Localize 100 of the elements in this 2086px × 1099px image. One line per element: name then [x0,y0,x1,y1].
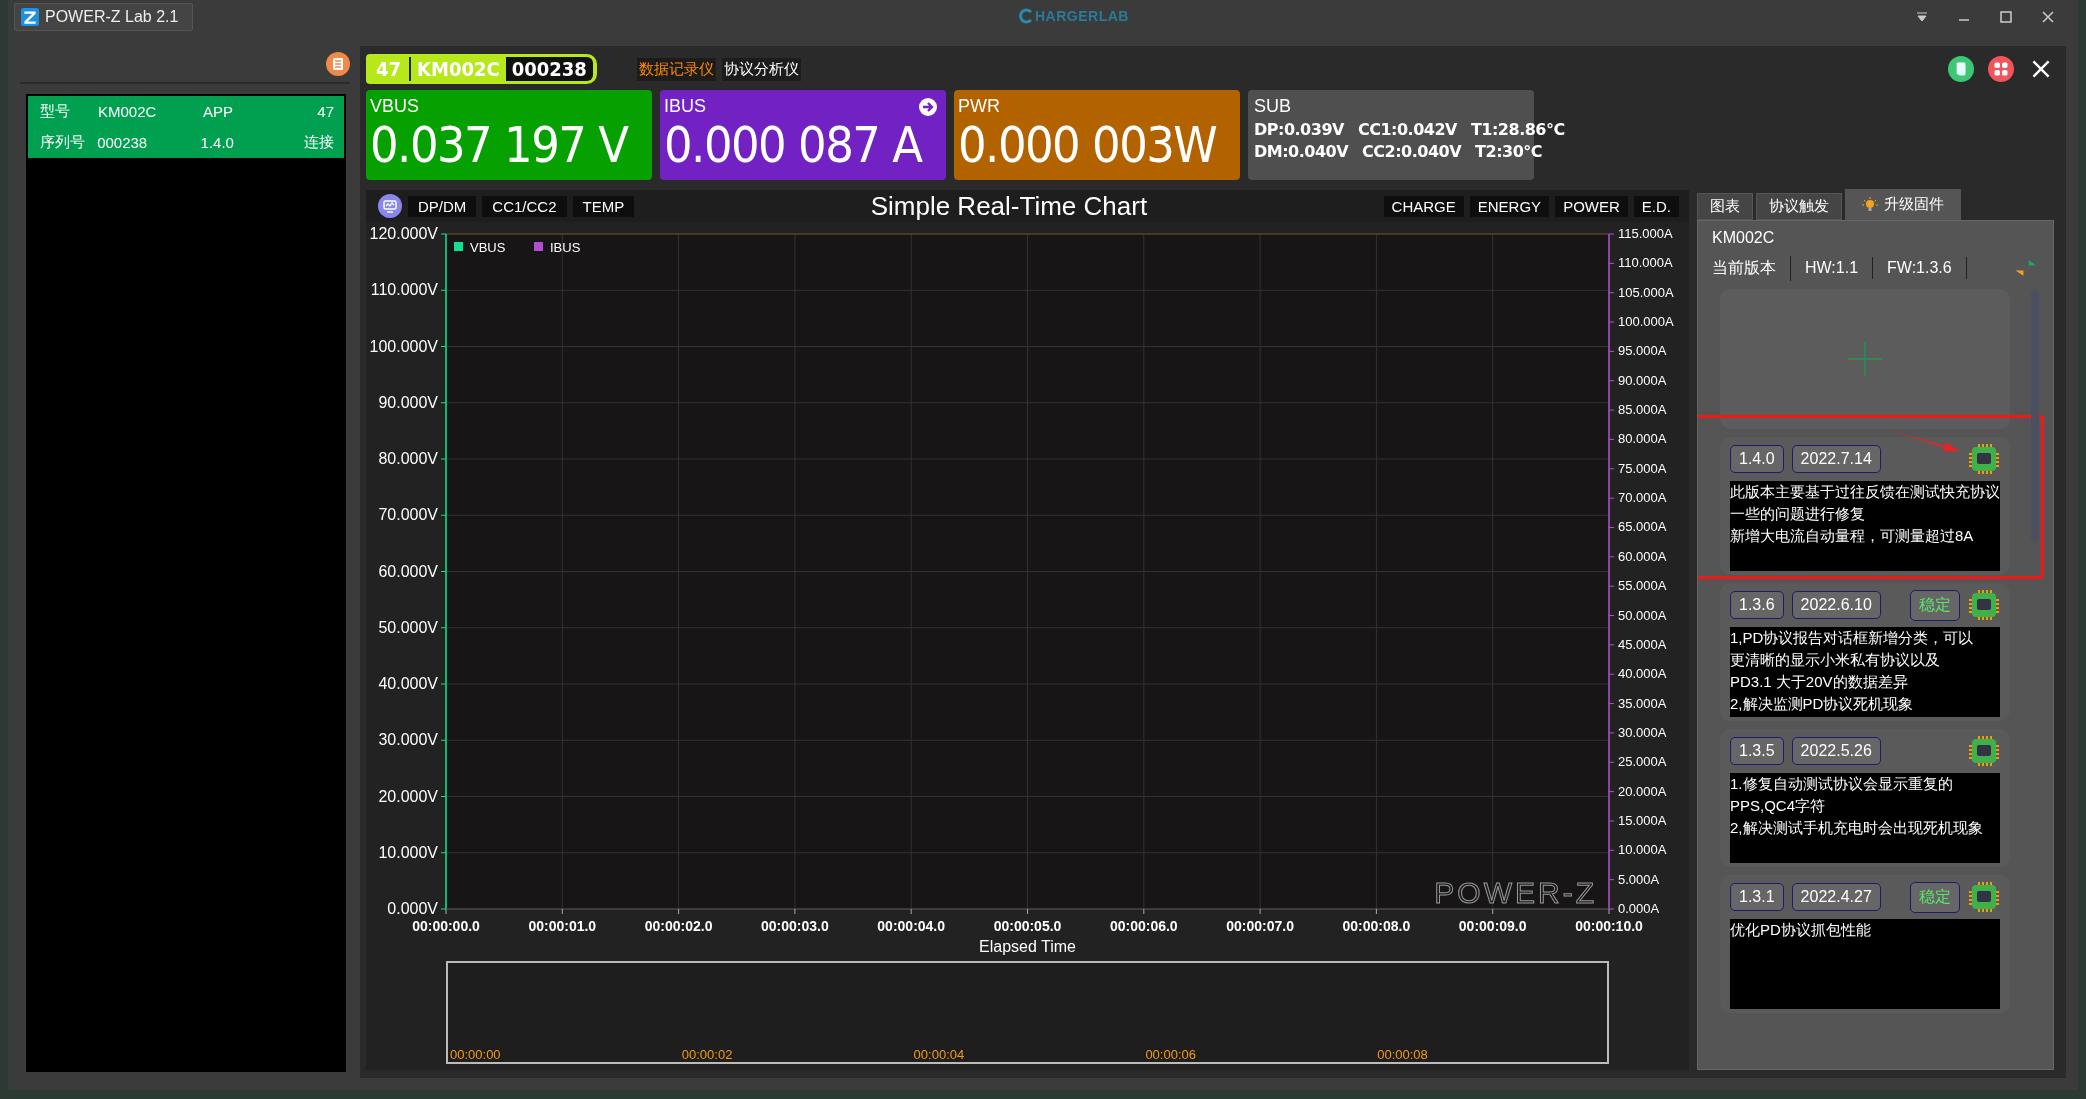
chart-tab[interactable]: TEMP [572,195,635,217]
axis-label: 80.000A [1618,431,1667,447]
grid-icon[interactable] [1988,56,2014,82]
device-cell-text: KM002C [98,103,158,120]
chip-icon[interactable] [1968,735,2000,767]
legend-label: IBUS [550,240,581,255]
axis-label: 35.000A [1618,695,1667,711]
stable-tag: 稳定 [1910,881,1960,913]
version-tag: 1.3.1 [1730,883,1784,911]
chart-tab[interactable]: CHARGE [1383,195,1464,217]
axis-label: 0.000A [1618,901,1660,916]
note-line: PD3.1 大于20V的数据差异 [1730,672,1909,692]
axis-label: 00:00:01.0 [528,918,597,934]
hardware-version: HW:1.1 [1805,257,1874,279]
version-tag: 1.3.6 [1730,591,1784,619]
chart-title: Simple Real-Time Chart [869,190,1149,222]
mode-tab[interactable]: 数据记录仪 [636,57,716,81]
app-title: POWER-Z Lab 2.1 [14,3,194,31]
axis-label: 25.000A [1618,754,1667,770]
side-tab[interactable]: 图表 [1697,193,1753,220]
date-tag: 2022.6.10 [1791,591,1881,619]
document-icon[interactable] [1948,56,1974,82]
axis-label: 95.000A [1618,343,1667,359]
app-logo-icon [21,8,39,26]
axis-label: 10.000V [378,843,438,861]
reading-value: 0.037 197 V [370,117,630,173]
note-line: 1.修复自动测试协议会显示重复的 [1730,774,1954,794]
version-tag: 1.4.0 [1730,445,1784,473]
sub-reading: T2:30°C [1475,142,1543,161]
chart-tab[interactable]: POWER [1555,195,1628,217]
axis-label: 40.000A [1618,666,1667,682]
side-tab[interactable]: 协议触发 [1756,193,1842,220]
device-cell-text: APP [203,103,234,120]
reading-value: 0.000 087 A [664,117,924,173]
axis-label: 00:00:04.0 [877,918,946,934]
chart-tab[interactable]: E.D. [1633,195,1679,217]
overview-navigator[interactable]: 00:00:00 00:00:02 00:00:04 00:00:06 00:00:08 [446,961,1609,1064]
axis-label: 45.000A [1618,636,1667,652]
device-cell-text: 型号 [39,102,71,121]
device-model: KM002C [1712,229,1776,247]
mode-tab[interactable]: 协议分析仪 [721,57,801,81]
axis-label: 70.000A [1618,490,1667,506]
axis-label: 20.000V [378,787,438,805]
overview-label: 00:00:04 [912,1047,966,1062]
axis-label: 40.000V [378,675,438,692]
axis-label: 80.000V [378,450,438,467]
chart-tab[interactable]: DP/DM [408,195,477,217]
axis-label: 55.000A [1618,578,1667,594]
axis-label: 0.000V [387,900,438,917]
brand-logo: HARGERLAB [1035,8,1129,24]
model-name: KM002C [416,57,501,81]
serial-number: 000238 [505,57,593,81]
legend-label: VBUS [470,240,506,255]
device-cell-text: 000238 [97,134,149,151]
overview-label: 00:00:02 [680,1047,734,1062]
axis-label: 110.000A [1618,255,1673,271]
sub-reading: DP:0.039V [1254,120,1344,139]
axis-label: 60.000A [1618,548,1667,564]
axis-label: 00:00:10.0 [1575,918,1643,934]
date-tag: 2022.5.26 [1791,737,1881,765]
sub-reading: T1:28.86°C [1470,120,1565,139]
monitor-icon[interactable] [378,194,402,218]
overview-label: 00:00:06 [1144,1047,1197,1062]
axis-label: 110.000V [370,281,438,299]
axis-label: 90.000V [378,393,438,411]
axis-label: 5.000A [1618,871,1660,887]
chart-tab[interactable]: CC1/CC2 [482,195,567,217]
axis-label: 00:00:05.0 [993,918,1062,934]
side-tab[interactable]: 升级固件 [1845,189,1961,220]
axis-label: 00:00:03.0 [761,918,829,934]
scrollbar[interactable] [2031,291,2039,541]
axis-label: 60.000V [378,562,438,580]
date-tag: 2022.4.27 [1791,883,1881,911]
overview-label: 00:00:08 [1376,1047,1429,1062]
axis-label: 00:00:06.0 [1109,918,1178,934]
chip-icon[interactable] [1968,443,2000,475]
note-line: PPS,QC4字符 [1730,796,1827,816]
note-line: 更清晰的显示小米私有协议以及 [1730,650,1941,670]
axis-label: 50.000A [1618,607,1667,623]
axis-label: 00:00:02.0 [644,918,713,934]
axis-label: 00:00:07.0 [1226,918,1294,934]
chip-icon[interactable] [1968,589,2000,621]
firmware-version: FW:1.3.6 [1887,257,1967,279]
axis-label: 50.000V [378,618,438,636]
axis-label: 00:00:09.0 [1458,918,1527,934]
note-line: 新增大电流自动量程，可测量超过8A [1730,526,1975,546]
device-cell-text: 1.4.0 [200,134,235,151]
chart-tab[interactable]: ENERGY [1469,195,1550,217]
version-tag: 1.3.5 [1730,737,1784,765]
axis-label: 115.000A [1618,226,1673,241]
chart-logo: POWER-Z [1434,876,1597,909]
device-cell-text: 47 [316,103,335,120]
reading-label: PWR [958,96,1000,117]
device-cell-text: 序列号 [39,133,86,152]
list-icon[interactable] [326,52,350,76]
reading-label: SUB [1254,96,1292,117]
chip-icon[interactable] [1968,881,2000,913]
axis-label: 30.000V [378,731,438,749]
axis-label: 30.000A [1618,724,1667,740]
note-line: 2,解决监测PD协议死机现象 [1730,694,1915,714]
